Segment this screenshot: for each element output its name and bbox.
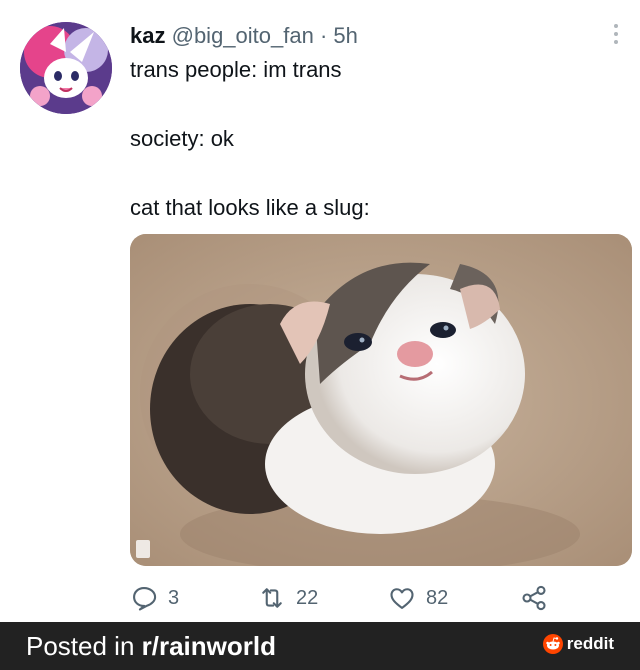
kitten-photo <box>130 234 632 566</box>
tweet-header: kaz @big_oito_fan · 5h <box>130 22 358 50</box>
retweet-icon <box>262 588 282 608</box>
like-count: 82 <box>426 586 449 609</box>
reply-count: 3 <box>168 586 180 609</box>
share-button[interactable] <box>520 584 548 612</box>
retweet-count: 22 <box>296 586 319 609</box>
avatar[interactable] <box>20 22 112 114</box>
like-icon <box>390 588 414 609</box>
tweet-line-3: cat that looks like a slug: <box>130 195 370 220</box>
tweet: kaz @big_oito_fan · 5h trans people: im … <box>0 0 640 622</box>
reddit-logo[interactable]: reddit <box>542 634 614 654</box>
subreddit-link[interactable]: r/rainworld <box>142 631 276 661</box>
reddit-wordmark: reddit <box>566 634 614 653</box>
posted-prefix: Posted in <box>26 631 142 661</box>
reddit-alien-icon <box>542 634 563 654</box>
user-handle[interactable]: @big_oito_fan <box>172 23 314 48</box>
timestamp[interactable]: 5h <box>333 23 357 48</box>
display-name[interactable]: kaz <box>130 23 165 48</box>
separator-dot: · <box>319 23 328 48</box>
avatar-illustration <box>20 22 112 114</box>
share-icon <box>522 585 546 611</box>
reply-button[interactable]: 3 <box>130 584 179 612</box>
tweet-actions: 3 22 82 <box>130 584 560 618</box>
reply-icon <box>133 587 157 611</box>
retweet-button[interactable]: 22 <box>258 584 318 612</box>
reddit-footer-bar: Posted in r/rainworld reddit <box>0 622 640 670</box>
more-vertical-icon[interactable] <box>610 22 622 46</box>
like-button[interactable]: 82 <box>388 584 448 612</box>
tweet-line-2: society: ok <box>130 126 234 151</box>
tweet-image[interactable] <box>130 234 632 566</box>
tweet-line-1: trans people: im trans <box>130 57 342 82</box>
posted-in-label: Posted in r/rainworld <box>26 632 276 660</box>
